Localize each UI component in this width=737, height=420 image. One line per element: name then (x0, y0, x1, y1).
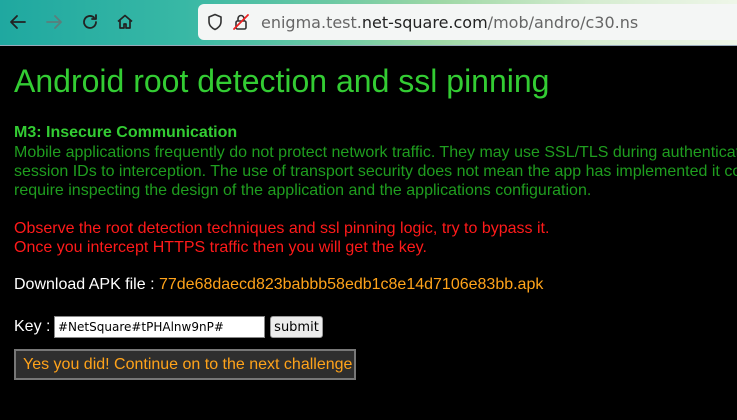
browser-toolbar: enigma.test.net-square.com/mob/andro/c30… (0, 0, 737, 46)
home-icon (117, 14, 133, 29)
reload-button[interactable] (78, 10, 102, 34)
download-label: Download APK file : (14, 276, 159, 293)
reload-icon (83, 14, 97, 29)
shield-icon[interactable] (206, 13, 224, 31)
key-label: Key : (14, 318, 51, 335)
page-title: Android root detection and ssl pinning (14, 63, 550, 99)
back-button[interactable] (6, 10, 30, 34)
forward-button[interactable] (42, 10, 66, 34)
apk-download-link[interactable]: 77de68daecd823babbb58edb1c8e14d7106e83bb… (159, 276, 543, 293)
submit-button[interactable]: submit (270, 316, 323, 338)
url-path: /mob/andro/c30.ns (487, 13, 639, 32)
description: Mobile applications frequently do not pr… (14, 143, 737, 200)
description-line: require inspecting the design of the app… (14, 182, 592, 199)
url-text[interactable]: enigma.test.net-square.com/mob/andro/c30… (261, 13, 638, 32)
address-bar[interactable]: enigma.test.net-square.com/mob/andro/c30… (198, 4, 737, 40)
instruction-line: Observe the root detection techniques an… (14, 220, 550, 237)
key-input[interactable] (54, 316, 265, 338)
section-title: M3: Insecure Communication (14, 124, 238, 141)
home-button[interactable] (113, 10, 137, 34)
insecure-lock-icon[interactable] (232, 13, 250, 31)
page-content: Android root detection and ssl pinning M… (0, 46, 737, 420)
instruction-line: Once you intercept HTTPS traffic then yo… (14, 239, 427, 256)
url-host: net-square.com (361, 13, 488, 32)
download-row: Download APK file : 77de68daecd823babbb5… (14, 276, 543, 294)
success-message: Yes you did! Continue on to the next cha… (14, 349, 356, 380)
description-line: session IDs to interception. The use of … (14, 163, 737, 180)
back-arrow-icon (10, 15, 26, 29)
instructions: Observe the root detection techniques an… (14, 219, 549, 257)
description-line: Mobile applications frequently do not pr… (14, 144, 737, 161)
forward-arrow-icon (46, 15, 62, 29)
url-host-prefix: enigma.test. (261, 13, 362, 32)
